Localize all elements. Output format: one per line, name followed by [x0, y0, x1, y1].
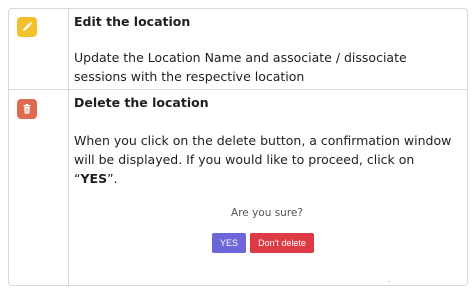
pencil-icon	[17, 17, 37, 37]
confirm-dialog: Are you sure?	[212, 207, 322, 219]
description-bold-text: YES	[80, 171, 108, 186]
table-row-edit: Edit the location Update the Location Na…	[9, 9, 467, 90]
confirm-question: Are you sure?	[231, 207, 303, 219]
row-title: Delete the location	[74, 95, 209, 110]
divider-dot	[388, 281, 390, 282]
description-text-end: ”.	[107, 171, 118, 186]
row-content: Edit the location Update the Location Na…	[74, 9, 459, 86]
row-description: Update the Location Name and associate /…	[74, 50, 407, 84]
row-content: Delete the location When you click on th…	[74, 90, 459, 282]
yes-button[interactable]: YES	[212, 233, 246, 253]
table-row-delete: Delete the location When you click on th…	[9, 90, 467, 285]
instructions-table: Edit the location Update the Location Na…	[8, 8, 468, 286]
dont-delete-button[interactable]: Don't delete	[250, 233, 314, 253]
trash-icon	[17, 99, 37, 119]
description-text: When you click on the delete button, a c…	[74, 133, 452, 186]
row-title: Edit the location	[74, 14, 191, 29]
row-description: When you click on the delete button, a c…	[74, 131, 459, 188]
